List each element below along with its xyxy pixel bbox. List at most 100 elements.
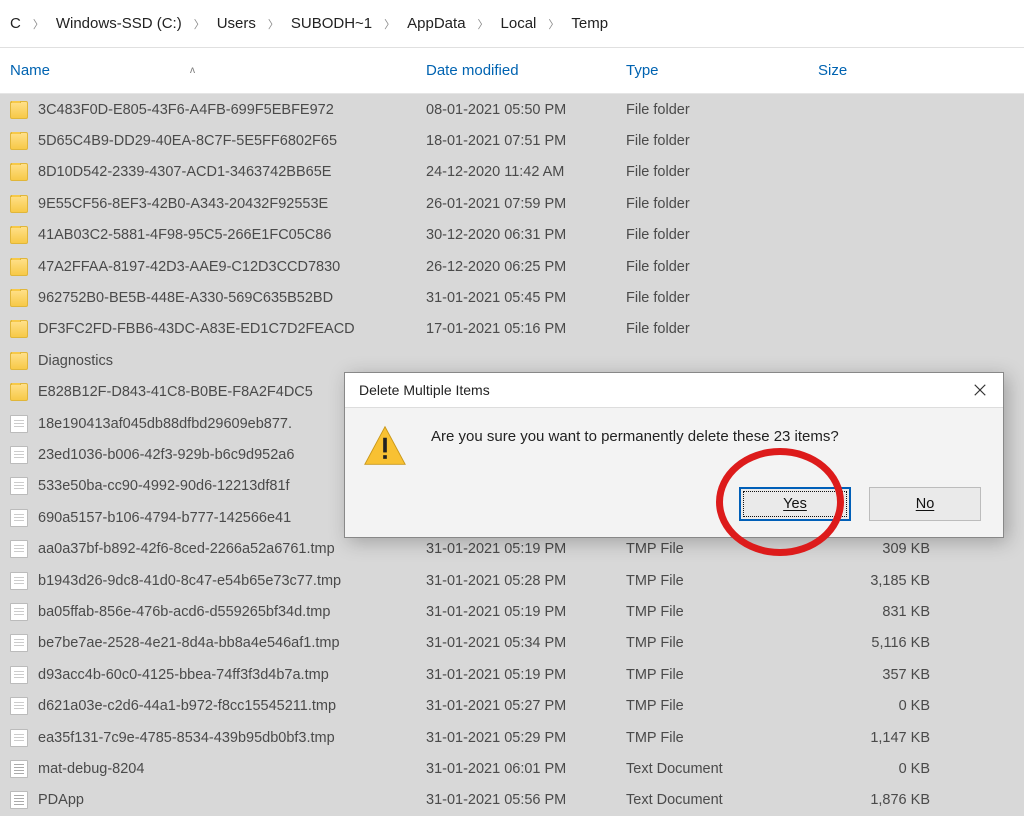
file-row[interactable]: 8D10D542-2339-4307-ACD1-3463742BB65E24-1… — [0, 157, 1024, 188]
file-name: be7be7ae-2528-4e21-8d4a-bb8a4e546af1.tmp — [38, 635, 340, 651]
file-name: 41AB03C2-5881-4F98-95C5-266E1FC05C86 — [38, 227, 331, 243]
breadcrumb-segment[interactable]: SUBODH~1 — [291, 15, 372, 32]
file-type: File folder — [626, 290, 818, 306]
file-icon — [10, 540, 28, 558]
folder-icon — [10, 132, 28, 150]
folder-icon — [10, 320, 28, 338]
delete-confirm-dialog: Delete Multiple Items Are you sure you w… — [344, 372, 1004, 538]
column-header-modified[interactable]: Date modified — [426, 62, 626, 79]
file-size: 3,185 KB — [818, 573, 938, 589]
file-size: 1,876 KB — [818, 792, 938, 808]
file-size: 831 KB — [818, 604, 938, 620]
file-type: TMP File — [626, 541, 818, 557]
file-icon — [10, 415, 28, 433]
file-row[interactable]: 41AB03C2-5881-4F98-95C5-266E1FC05C86 30-1… — [0, 220, 1024, 251]
file-modified: 31-01-2021 06:01 PM — [426, 761, 626, 777]
file-row[interactable]: 3C483F0D-E805-43F6-A4FB-699F5EBFE972 08-0… — [0, 94, 1024, 125]
file-row[interactable]: b1943d26-9dc8-41d0-8c47-e54b65e73c77.tmp… — [0, 565, 1024, 596]
file-modified: 31-01-2021 05:28 PM — [426, 573, 626, 589]
file-row[interactable]: 47A2FFAA-8197-42D3-AAE9-C12D3CCD783026-1… — [0, 251, 1024, 282]
breadcrumb-segment[interactable]: Users — [217, 15, 256, 32]
file-icon — [10, 697, 28, 715]
folder-icon — [10, 289, 28, 307]
dialog-titlebar: Delete Multiple Items — [345, 373, 1003, 407]
file-modified: 31-01-2021 05:29 PM — [426, 730, 626, 746]
file-name: 5D65C4B9-DD29-40EA-8C7F-5E5FF6802F65 — [38, 133, 337, 149]
file-name: E828B12F-D843-41C8-B0BE-F8A2F4DC5 — [38, 384, 313, 400]
file-row[interactable]: mat-debug-8204 31-01-2021 06:01 PMText Do… — [0, 753, 1024, 784]
warning-icon — [363, 424, 407, 468]
column-header-size-label: Size — [818, 62, 847, 79]
file-type: TMP File — [626, 635, 818, 651]
dialog-title: Delete Multiple Items — [359, 382, 490, 398]
file-row[interactable]: DF3FC2FD-FBB6-43DC-A83E-ED1C7D2FEACD17-0… — [0, 314, 1024, 345]
file-type: File folder — [626, 259, 818, 275]
file-row[interactable]: ba05ffab-856e-476b-acd6-d559265bf34d.tmp… — [0, 596, 1024, 627]
file-modified: 08-01-2021 05:50 PM — [426, 102, 626, 118]
file-modified: 26-12-2020 06:25 PM — [426, 259, 626, 275]
file-row[interactable]: PDApp31-01-2021 05:56 PMText Document1,8… — [0, 785, 1024, 816]
file-modified: 30-12-2020 06:31 PM — [426, 227, 626, 243]
file-name: PDApp — [38, 792, 84, 808]
file-modified: 31-01-2021 05:19 PM — [426, 541, 626, 557]
file-row[interactable]: aa0a37bf-b892-42f6-8ced-2266a52a6761.tmp… — [0, 533, 1024, 564]
breadcrumb-segment[interactable]: Windows-SSD (C:) — [56, 15, 182, 32]
file-row[interactable]: 9E55CF56-8EF3-42B0-A343-20432F92553E26-0… — [0, 188, 1024, 219]
breadcrumb-segment[interactable]: AppData — [407, 15, 465, 32]
file-name: 690a5157-b106-4794-b777-142566e41 — [38, 510, 291, 526]
yes-button-label: Yes — [783, 496, 807, 512]
no-button[interactable]: No — [869, 487, 981, 521]
sort-indicator-icon: ʌ — [190, 65, 195, 76]
close-icon[interactable] — [967, 377, 993, 403]
file-type: File folder — [626, 102, 818, 118]
file-icon — [10, 666, 28, 684]
file-icon — [10, 509, 28, 527]
file-name: DF3FC2FD-FBB6-43DC-A83E-ED1C7D2FEACD — [38, 321, 355, 337]
file-type: TMP File — [626, 667, 818, 683]
column-header-name[interactable]: Name ʌ — [0, 62, 426, 79]
file-row[interactable]: 962752B0-BE5B-448E-A330-569C635B52BD31-0… — [0, 282, 1024, 313]
file-name: aa0a37bf-b892-42f6-8ced-2266a52a6761.tmp — [38, 541, 335, 557]
file-row[interactable]: ea35f131-7c9e-4785-8534-439b95db0bf3.tmp… — [0, 722, 1024, 753]
file-size: 1,147 KB — [818, 730, 938, 746]
column-header-row: Name ʌ Date modified Type Size — [0, 48, 1024, 94]
file-modified: 31-01-2021 05:45 PM — [426, 290, 626, 306]
file-name: 8D10D542-2339-4307-ACD1-3463742BB65E — [38, 164, 331, 180]
file-modified: 31-01-2021 05:27 PM — [426, 698, 626, 714]
file-name: 3C483F0D-E805-43F6-A4FB-699F5EBFE972 — [38, 102, 334, 118]
column-header-type[interactable]: Type — [626, 62, 818, 79]
folder-icon — [10, 352, 28, 370]
file-modified: 18-01-2021 07:51 PM — [426, 133, 626, 149]
address-bar[interactable]: C〉Windows-SSD (C:)〉Users〉SUBODH~1〉AppDat… — [0, 0, 1024, 48]
file-type: Text Document — [626, 761, 818, 777]
column-header-modified-label: Date modified — [426, 62, 519, 79]
file-name: ba05ffab-856e-476b-acd6-d559265bf34d.tmp — [38, 604, 330, 620]
breadcrumb-segment[interactable]: Temp — [571, 15, 608, 32]
folder-icon — [10, 101, 28, 119]
file-size: 309 KB — [818, 541, 938, 557]
file-type: File folder — [626, 321, 818, 337]
file-name: 18e190413af045db88dfbd29609eb877. — [38, 416, 292, 432]
file-name: Diagnostics — [38, 353, 113, 369]
file-row[interactable]: 5D65C4B9-DD29-40EA-8C7F-5E5FF6802F65 18-0… — [0, 125, 1024, 156]
file-icon — [10, 603, 28, 621]
file-name: b1943d26-9dc8-41d0-8c47-e54b65e73c77.tmp — [38, 573, 341, 589]
file-type: TMP File — [626, 698, 818, 714]
folder-icon — [10, 226, 28, 244]
file-name: 533e50ba-cc90-4992-90d6-12213df81f — [38, 478, 290, 494]
file-name: d621a03e-c2d6-44a1-b972-f8cc15545211.tmp — [38, 698, 336, 714]
breadcrumb-segment[interactable]: Local — [501, 15, 537, 32]
file-name: mat-debug-8204 — [38, 761, 144, 777]
file-size: 5,116 KB — [818, 635, 938, 651]
file-size: 357 KB — [818, 667, 938, 683]
file-icon — [10, 634, 28, 652]
column-header-size[interactable]: Size — [818, 62, 948, 79]
file-row[interactable]: d621a03e-c2d6-44a1-b972-f8cc15545211.tmp… — [0, 690, 1024, 721]
file-row[interactable]: d93acc4b-60c0-4125-bbea-74ff3f3d4b7a.tmp… — [0, 659, 1024, 690]
breadcrumb-segment[interactable]: C — [10, 15, 21, 32]
file-row[interactable]: be7be7ae-2528-4e21-8d4a-bb8a4e546af1.tmp… — [0, 628, 1024, 659]
dialog-body: Are you sure you want to permanently del… — [345, 407, 1003, 537]
file-type: File folder — [626, 164, 818, 180]
file-size: 0 KB — [818, 761, 938, 777]
yes-button[interactable]: Yes — [739, 487, 851, 521]
